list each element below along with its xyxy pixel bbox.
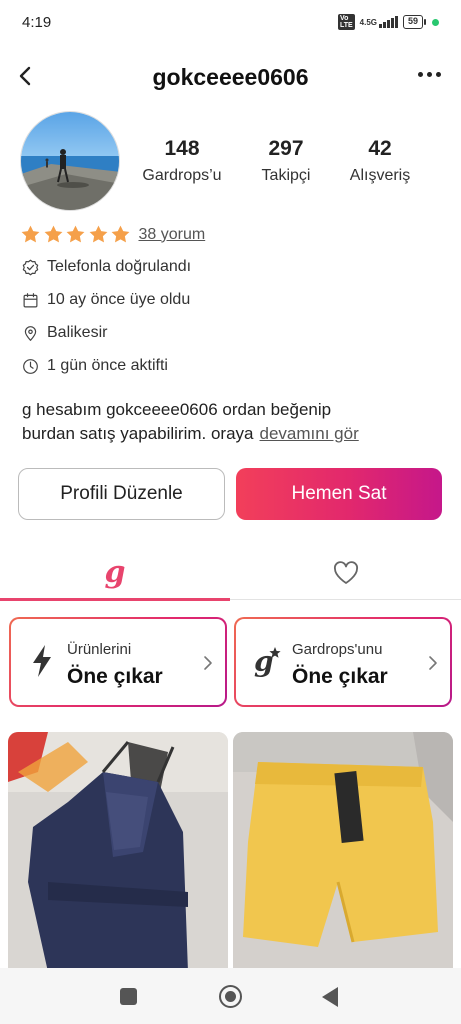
bio-more-link[interactable]: devamını gör bbox=[260, 424, 359, 443]
product-card[interactable] bbox=[233, 732, 453, 972]
promo-title: Öne çıkar bbox=[292, 665, 388, 688]
tab-favorites[interactable] bbox=[231, 545, 461, 600]
system-nav-bar bbox=[0, 968, 461, 1024]
gardrops-star-icon: g bbox=[254, 645, 281, 678]
product-card[interactable] bbox=[8, 732, 228, 972]
network-type: 4.5G bbox=[359, 17, 377, 27]
star-icon bbox=[21, 225, 40, 243]
status-time: 4:19 bbox=[22, 14, 52, 31]
promo-subtitle: Ürünlerini bbox=[67, 641, 132, 658]
product-photo-navy-romper bbox=[8, 732, 228, 972]
svg-text:g: g bbox=[254, 645, 274, 678]
stat-label: Alışveriş bbox=[349, 167, 411, 184]
rating: 38 yorum bbox=[20, 224, 205, 245]
info-verified: Telefonla doğrulandı bbox=[22, 258, 191, 276]
reviews-link[interactable]: 38 yorum bbox=[139, 226, 206, 244]
sell-now-button[interactable]: Hemen Sat bbox=[236, 468, 442, 520]
stat-closet[interactable]: 148 Gardrops’u bbox=[127, 137, 237, 185]
calendar-icon bbox=[23, 292, 38, 307]
signal-icon bbox=[378, 16, 398, 28]
edit-profile-button[interactable]: Profili Düzenle bbox=[18, 468, 225, 520]
heart-icon bbox=[334, 560, 358, 584]
home-icon[interactable] bbox=[219, 985, 242, 1008]
privacy-indicator-icon bbox=[432, 18, 439, 26]
battery-icon: 59 bbox=[402, 15, 427, 29]
info-member-since: 10 ay önce üye oldu bbox=[22, 291, 190, 309]
profile-tabs: g bbox=[0, 545, 461, 601]
clock-icon bbox=[23, 358, 38, 374]
back-triangle-icon[interactable] bbox=[322, 987, 338, 1007]
active-tab-indicator bbox=[0, 598, 230, 601]
bio: g hesabım gokceeee0606 ordan beğenip bur… bbox=[22, 398, 442, 446]
bio-line: g hesabım gokceeee0606 ordan beğenip bbox=[22, 400, 332, 419]
verified-badge-icon bbox=[22, 259, 39, 275]
info-text: Balikesir bbox=[47, 324, 108, 341]
chevron-right-icon bbox=[429, 656, 437, 670]
bio-line: burdan satış yapabilirim. oraya bbox=[22, 424, 254, 443]
promote-closet-card[interactable]: g Gardrops'unu Öne çıkar bbox=[234, 617, 452, 707]
gardrops-logo-icon: g bbox=[104, 554, 126, 590]
more-horizontal-icon[interactable] bbox=[418, 72, 441, 77]
status-icons: Vo LTE 4.5G 59 bbox=[337, 14, 439, 30]
bio-line-2: burdan satış yapabilirim. oraya devamını … bbox=[22, 422, 442, 446]
location-pin-icon bbox=[24, 325, 37, 341]
lightning-icon bbox=[33, 645, 51, 677]
star-icon bbox=[89, 225, 107, 243]
promo-card-body: g Gardrops'unu Öne çıkar bbox=[236, 619, 450, 705]
stat-purchases[interactable]: 42 Alışveriş bbox=[325, 137, 435, 185]
info-location: Balikesir bbox=[22, 324, 107, 342]
promote-products-card[interactable]: Ürünlerini Öne çıkar bbox=[9, 617, 227, 707]
info-text: 10 ay önce üye oldu bbox=[47, 291, 191, 308]
volte-icon: Vo LTE bbox=[337, 14, 355, 30]
info-text: Telefonla doğrulandı bbox=[47, 258, 192, 275]
stat-label: Gardrops’u bbox=[142, 167, 222, 184]
info-last-active: 1 gün önce aktifti bbox=[22, 357, 168, 375]
profile-header: gokceeee0606 bbox=[0, 52, 461, 102]
chevron-right-icon bbox=[204, 656, 212, 670]
star-icon bbox=[111, 225, 130, 243]
info-text: 1 gün önce aktifti bbox=[47, 357, 168, 374]
stat-value: 42 bbox=[368, 137, 392, 160]
promo-title: Öne çıkar bbox=[67, 665, 163, 688]
tab-closet[interactable]: g bbox=[0, 545, 230, 601]
page-title: gokceeee0606 bbox=[152, 64, 309, 90]
recent-apps-icon[interactable] bbox=[120, 988, 137, 1005]
status-bar: 4:19 Vo LTE 4.5G 59 bbox=[0, 0, 461, 44]
star-icon bbox=[44, 225, 62, 243]
product-photo-yellow-shorts bbox=[233, 732, 453, 972]
stat-value: 148 bbox=[164, 137, 200, 160]
promo-card-body: Ürünlerini Öne çıkar bbox=[11, 619, 225, 705]
promo-subtitle: Gardrops'unu bbox=[292, 641, 383, 658]
avatar[interactable] bbox=[20, 111, 120, 211]
star-icon bbox=[66, 225, 85, 243]
